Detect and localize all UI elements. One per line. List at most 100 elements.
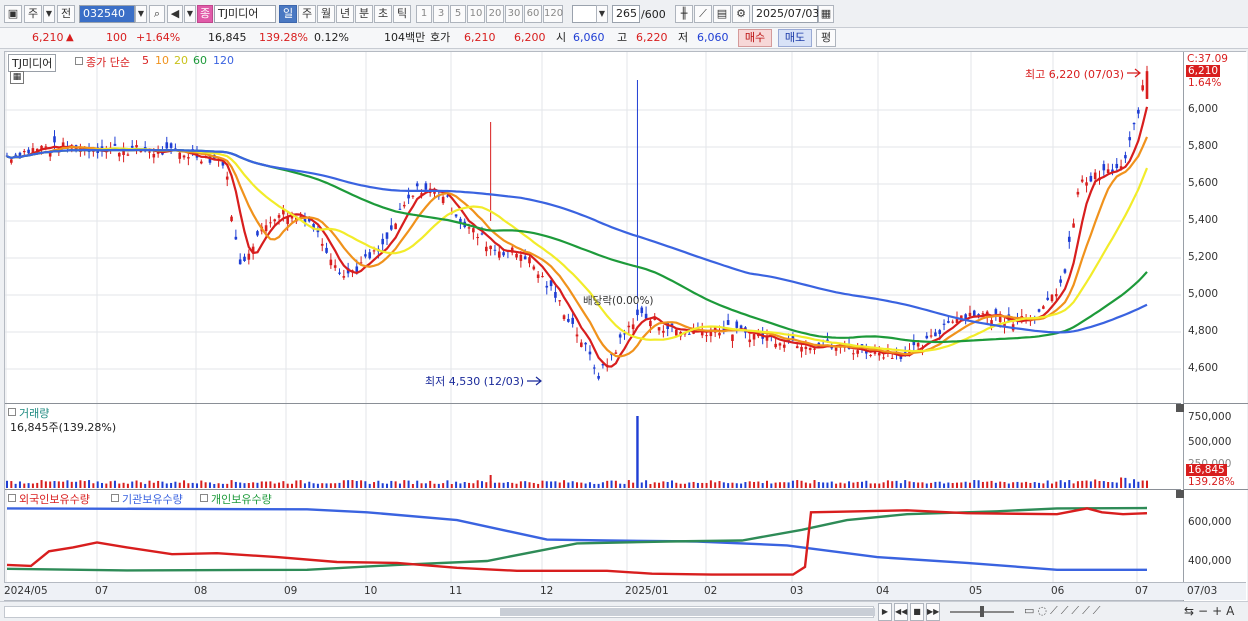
- ma-20-label: 20: [174, 54, 188, 67]
- price-volume-separator[interactable]: [5, 403, 1181, 404]
- candle-body: [385, 232, 389, 239]
- interval-button[interactable]: 3: [433, 5, 449, 23]
- zoom-controls-icon[interactable]: ⇆−+A: [1184, 604, 1238, 618]
- volume-bar: [183, 480, 186, 488]
- interval-button[interactable]: 60: [524, 5, 542, 23]
- draw-tool-icon[interactable]: ⟋: [694, 5, 712, 23]
- date-input[interactable]: 2025/07/03: [752, 5, 819, 23]
- interval-button[interactable]: 30: [505, 5, 523, 23]
- legend-inst-checkbox[interactable]: [111, 494, 119, 502]
- volume-bar: [502, 482, 505, 488]
- legend-foreign: 외국인보유수량: [19, 493, 90, 506]
- legend-indiv-checkbox[interactable]: [200, 494, 208, 502]
- ma-120-label: 120: [213, 54, 234, 67]
- candle-body: [536, 274, 540, 278]
- volume-bar: [18, 481, 21, 488]
- sell-button[interactable]: 매도: [778, 29, 812, 47]
- volume-subtitle: 16,845주(139.28%): [10, 421, 117, 434]
- buy-button[interactable]: 매수: [738, 29, 772, 47]
- price-pane-title[interactable]: TJ미디어: [8, 54, 57, 72]
- candle-body: [338, 272, 341, 274]
- speaker-icon[interactable]: ◀: [167, 5, 183, 23]
- save-icon[interactable]: ▤: [713, 5, 731, 23]
- volume-bar: [44, 481, 47, 488]
- volume-bar: [1111, 482, 1114, 488]
- volume-bar: [787, 482, 790, 488]
- timeframe-button[interactable]: 년: [336, 5, 354, 23]
- period-type-dropdown-icon[interactable]: ▼: [43, 5, 55, 23]
- interval-dropdown-icon[interactable]: ▼: [596, 5, 608, 23]
- quote-ask: 6,210: [464, 31, 496, 44]
- holding-checkbox[interactable]: [8, 494, 16, 502]
- interval-button[interactable]: 10: [467, 5, 485, 23]
- period-type-button[interactable]: 주: [24, 5, 42, 23]
- timeframe-button[interactable]: 분: [355, 5, 373, 23]
- volume-bar: [619, 483, 622, 488]
- search-icon[interactable]: ⌕: [149, 5, 165, 23]
- volume-bar: [999, 481, 1002, 488]
- candle-body: [152, 154, 156, 158]
- candle-style-icon[interactable]: ╫: [675, 5, 693, 23]
- volume-checkbox[interactable]: [8, 408, 16, 416]
- rewind-icon[interactable]: ◀◀: [894, 603, 908, 621]
- volume-bar: [1102, 481, 1105, 488]
- timeframe-button[interactable]: 주: [298, 5, 316, 23]
- timeframe-button[interactable]: 월: [317, 5, 335, 23]
- volume-bar: [878, 483, 881, 488]
- volume-bar: [230, 480, 233, 488]
- forward-icon[interactable]: ▶▶: [926, 603, 940, 621]
- volume-bar: [904, 480, 907, 488]
- stock-name-field[interactable]: TJ미디어: [214, 5, 276, 23]
- volume-bar: [576, 482, 578, 488]
- speaker-dropdown-icon[interactable]: ▼: [184, 5, 196, 23]
- interval-button[interactable]: 120: [543, 5, 563, 23]
- candle-body: [286, 217, 289, 224]
- timeframe-button[interactable]: 일: [279, 5, 297, 23]
- timeframe-button[interactable]: 초: [374, 5, 392, 23]
- holding-pane-close-icon[interactable]: [1176, 490, 1184, 498]
- volume-bar: [157, 480, 160, 488]
- zoom-slider-handle[interactable]: [980, 606, 984, 617]
- calendar-icon[interactable]: ▦: [818, 5, 834, 23]
- volume-bar: [830, 481, 833, 488]
- volume-bar: [627, 480, 630, 488]
- volume-holding-separator[interactable]: [5, 489, 1181, 490]
- eval-button[interactable]: 평: [816, 29, 836, 47]
- candle-body: [320, 243, 324, 246]
- volume-bar: [416, 480, 419, 488]
- interval-button[interactable]: 5: [450, 5, 466, 23]
- volume-bar: [247, 483, 250, 488]
- stop-icon[interactable]: ■: [910, 603, 924, 621]
- scroll-thumb[interactable]: [500, 608, 875, 616]
- volume-bar: [234, 481, 237, 488]
- volume-bar: [83, 481, 86, 488]
- timeframe-button[interactable]: 틱: [393, 5, 411, 23]
- horizontal-scrollbar[interactable]: [4, 606, 875, 618]
- ma-checkbox[interactable]: [75, 57, 83, 65]
- interval-button[interactable]: 1: [416, 5, 432, 23]
- prev-button[interactable]: 전: [57, 5, 75, 23]
- scroll-right-icon[interactable]: ▶: [878, 603, 892, 621]
- candle-body: [951, 321, 954, 323]
- volume-bar: [666, 481, 669, 488]
- count-input[interactable]: 265: [612, 5, 640, 23]
- volume-bar: [1063, 482, 1066, 488]
- volume-bar: [567, 482, 570, 488]
- code-input[interactable]: 032540: [79, 5, 135, 23]
- candle-body: [705, 335, 708, 337]
- code-dropdown-icon[interactable]: ▼: [135, 5, 147, 23]
- interval-button[interactable]: 20: [486, 5, 504, 23]
- y-axis[interactable]: C:37.09 6,210 1.64% 6,000 5,800 5,600 5,…: [1183, 52, 1248, 602]
- volume-pane-close-icon[interactable]: [1176, 404, 1184, 412]
- draw-tool-icons[interactable]: ▭◌⟋⟋⟋⟋⟋: [1024, 604, 1104, 618]
- candle-body: [778, 343, 782, 346]
- volume-bar: [731, 482, 734, 488]
- candle-body: [502, 252, 505, 256]
- gear-icon[interactable]: ⚙: [732, 5, 750, 23]
- layout-icon[interactable]: ▣: [4, 5, 22, 23]
- grid-toggle-icon[interactable]: ▦: [10, 71, 24, 84]
- candle-body: [342, 276, 346, 278]
- volume-bar: [511, 482, 514, 488]
- y-tick-6000: 6,000: [1188, 103, 1219, 115]
- chart-area[interactable]: TJ미디어 종가 단순 5 10 20 60 120 ▦ 최고 6,220 (0…: [4, 51, 1248, 602]
